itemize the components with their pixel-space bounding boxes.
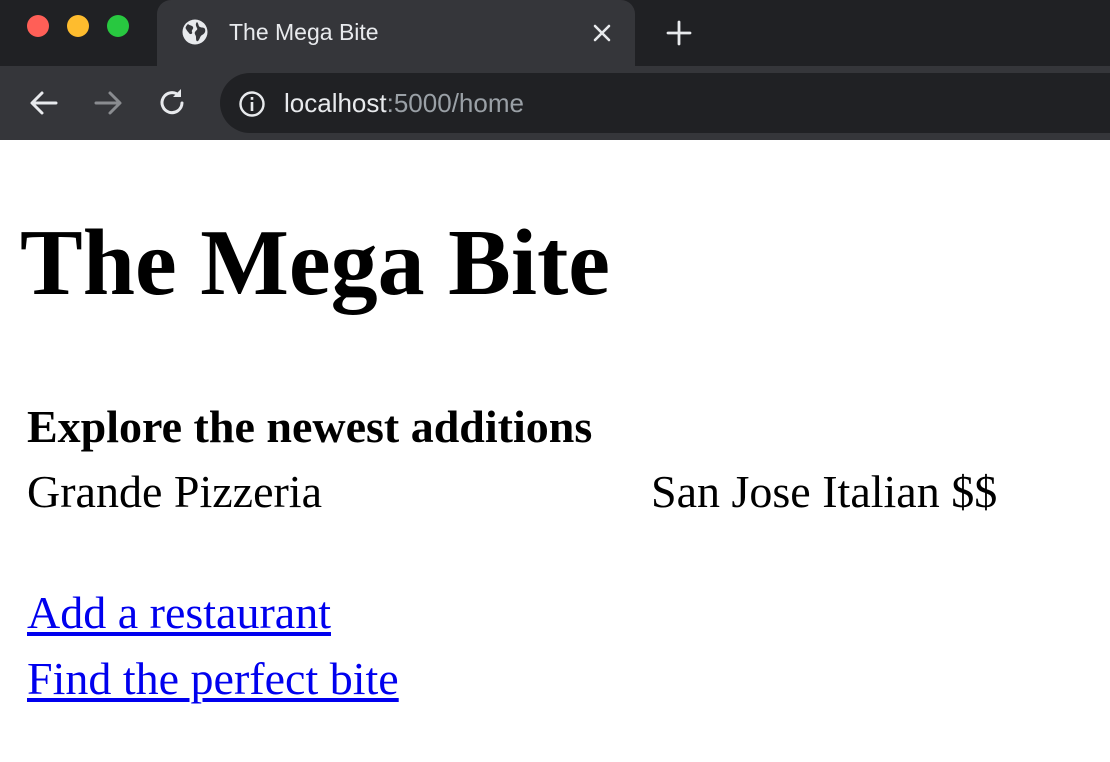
tab-title: The Mega Bite (229, 19, 379, 45)
url-host: localhost (284, 88, 387, 118)
plus-icon[interactable] (664, 18, 694, 48)
close-icon[interactable] (589, 20, 615, 46)
address-bar[interactable]: localhost:5000/home (220, 73, 1110, 133)
reload-icon[interactable] (155, 86, 189, 120)
restaurant-details: San Jose Italian $$ (651, 466, 998, 517)
page-title: The Mega Bite (20, 211, 610, 315)
url-text[interactable]: localhost:5000/home (284, 87, 524, 119)
tab-the-mega-bite[interactable]: The Mega Bite (157, 0, 635, 66)
page-content: The Mega Bite Explore the newest additio… (0, 140, 1110, 762)
url-path: :5000/home (386, 88, 524, 118)
restaurant-name: Grande Pizzeria (27, 466, 323, 517)
find-perfect-bite-link[interactable]: Find the perfect bite (27, 651, 399, 707)
add-restaurant-link[interactable]: Add a restaurant (27, 585, 331, 641)
browser-window: The Mega Bite localhost:5000/home The Me… (0, 0, 1110, 762)
window-close-button[interactable] (27, 15, 49, 37)
window-minimize-button[interactable] (67, 15, 89, 37)
forward-arrow-icon[interactable] (91, 86, 125, 120)
globe-icon (182, 19, 208, 45)
restaurant-row: Grande Pizzeria San Jose Italian $$ (27, 464, 1107, 520)
section-heading: Explore the newest additions (27, 401, 593, 452)
back-arrow-icon[interactable] (27, 86, 61, 120)
tab-strip: The Mega Bite (0, 0, 1110, 66)
window-maximize-button[interactable] (107, 15, 129, 37)
info-icon[interactable] (238, 90, 266, 118)
browser-toolbar: localhost:5000/home (0, 66, 1110, 140)
